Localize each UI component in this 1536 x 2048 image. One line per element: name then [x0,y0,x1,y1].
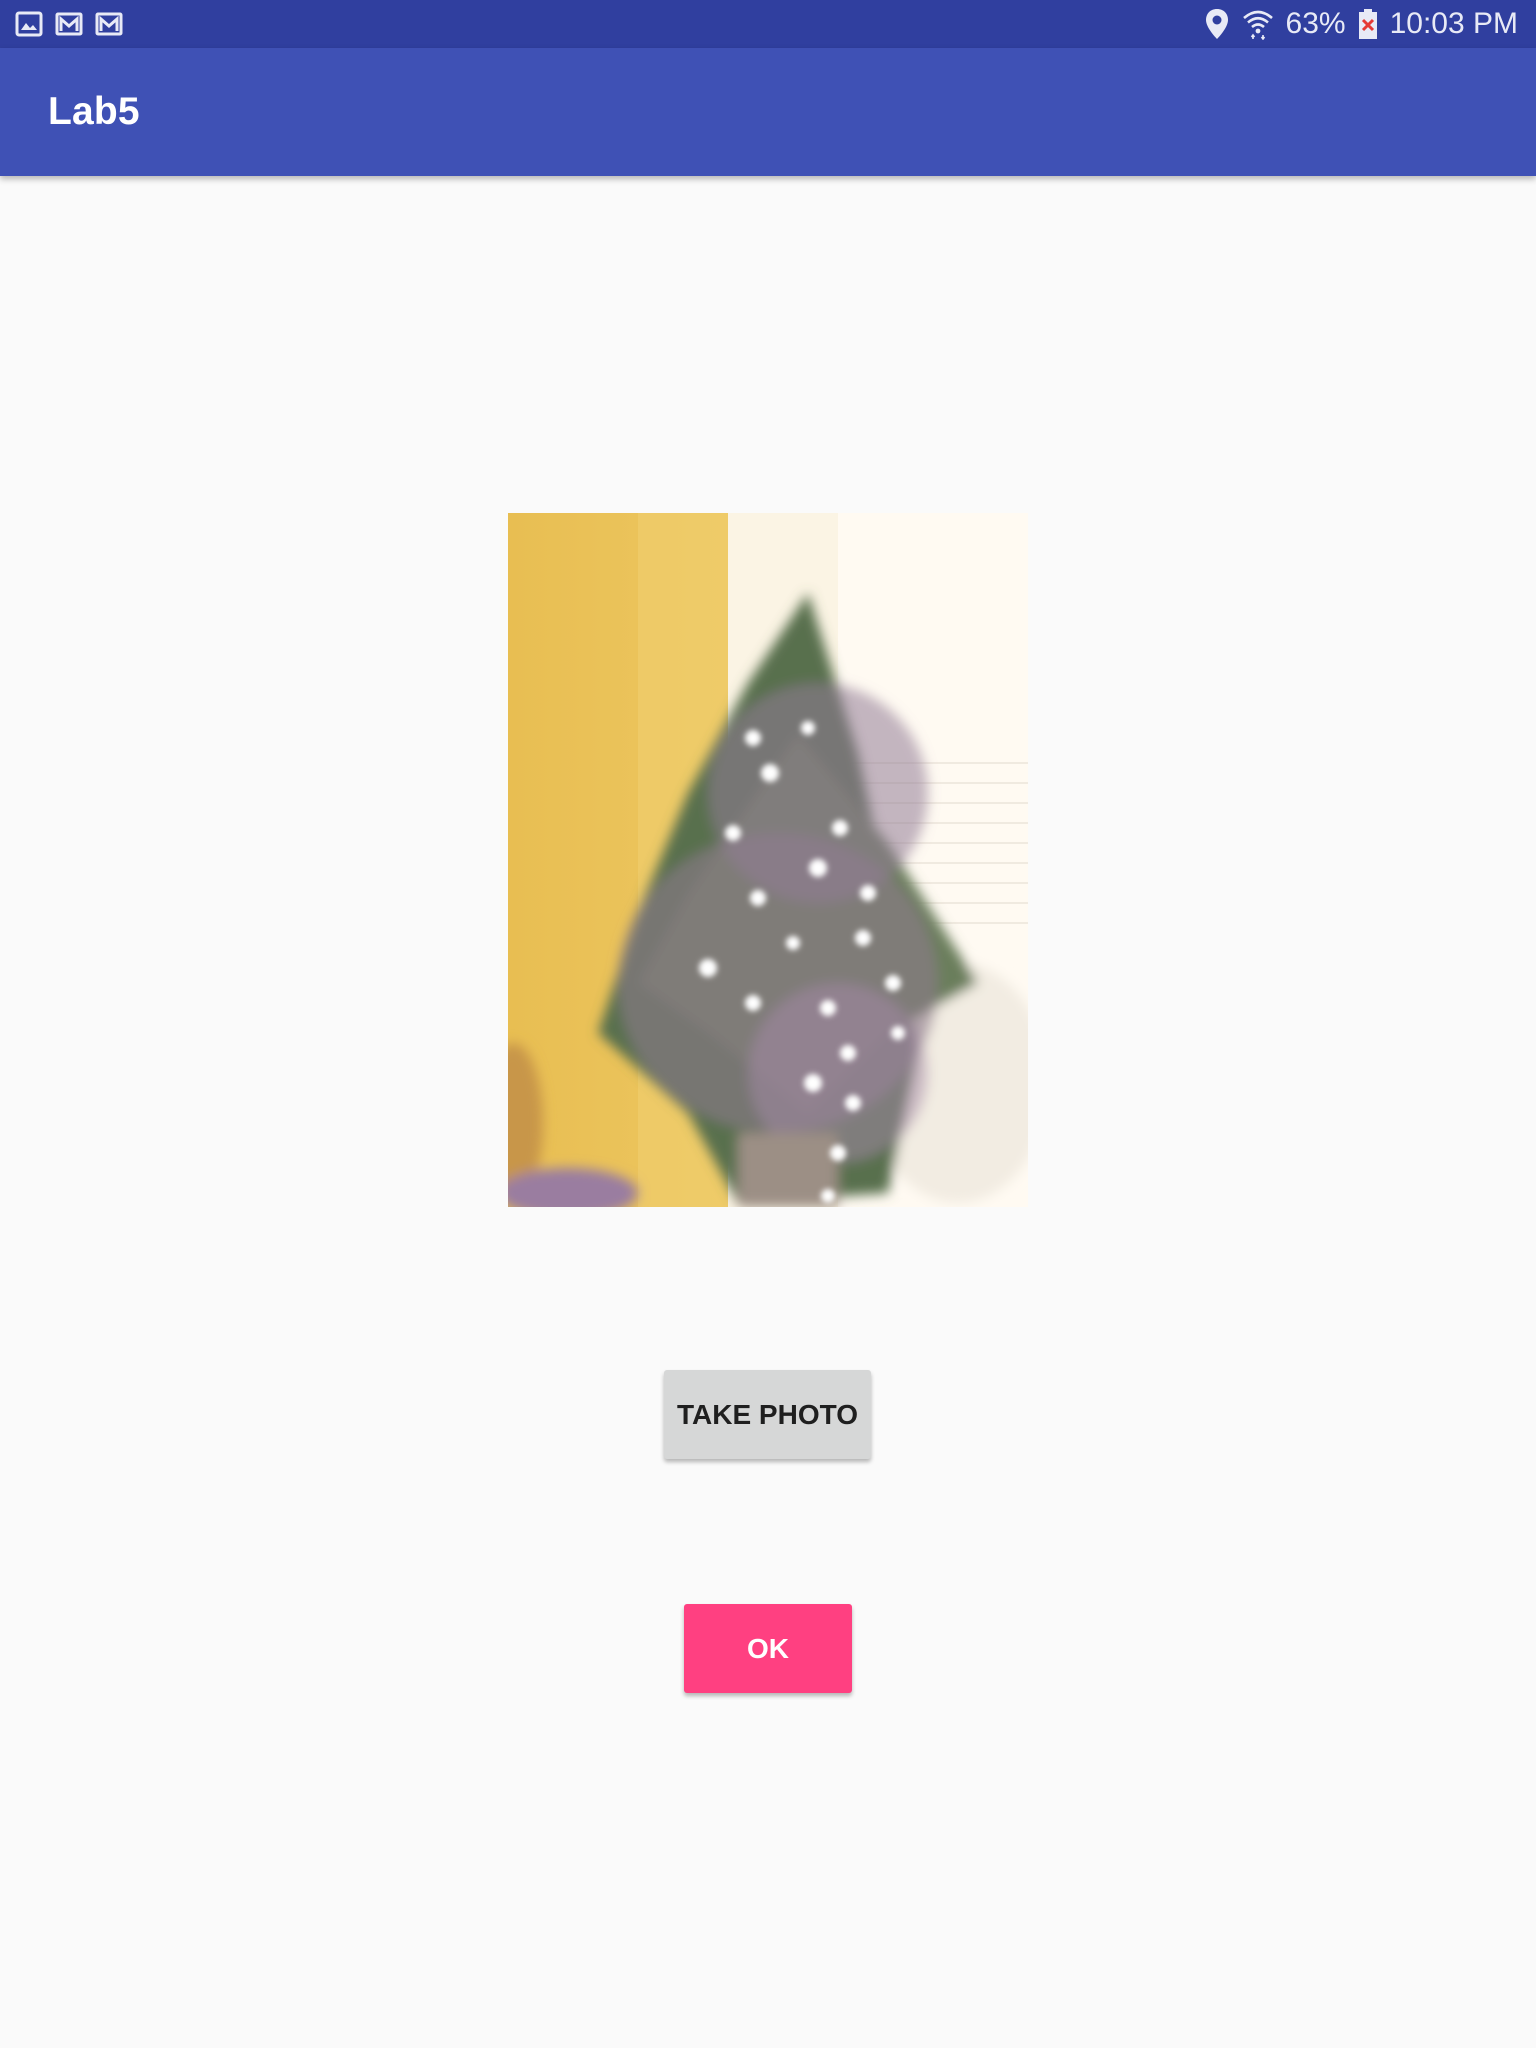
clock: 10:03 PM [1389,7,1518,40]
wifi-icon [1242,8,1274,40]
app-title: Lab5 [48,90,140,133]
battery-percent: 63% [1285,7,1346,40]
location-icon [1204,8,1230,40]
photo-preview [508,513,1028,1207]
status-bar: 63% 10:03 PM [0,0,1536,48]
gmail-icon [54,9,84,39]
gmail-icon [94,9,124,39]
status-icons: 63% 10:03 PM [1204,0,1518,48]
battery-icon [1358,8,1378,40]
app-bar: Lab5 [0,48,1536,176]
gallery-icon [14,9,44,39]
notification-area [14,9,124,39]
ok-button[interactable]: OK [684,1604,852,1693]
photo-icon [508,513,1028,1207]
take-photo-button[interactable]: TAKE PHOTO [664,1370,871,1459]
